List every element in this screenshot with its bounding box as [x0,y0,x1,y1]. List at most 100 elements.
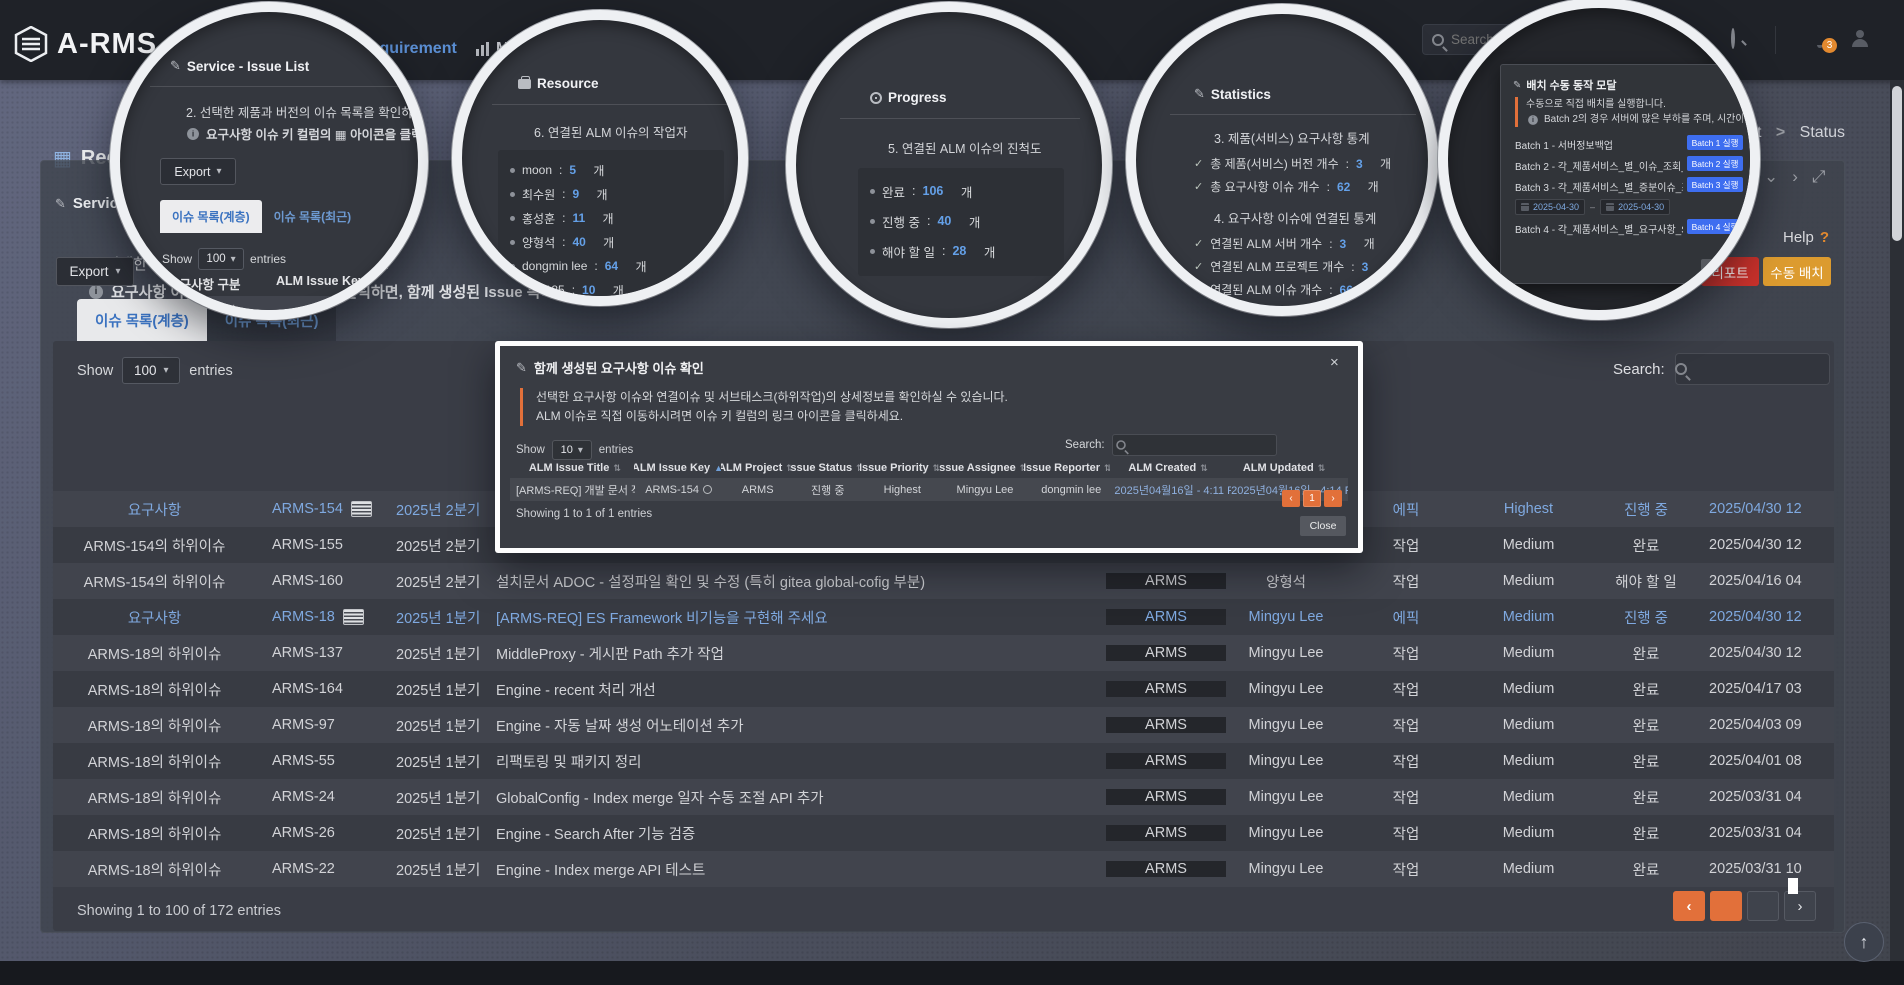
brand-text: A-RMS [57,28,157,61]
briefcase-icon [518,79,531,89]
screen: A-RMS Requirement M 3 Requirement > Stat… [0,0,1904,985]
batch-run-button[interactable]: Batch 3 실행 [1687,177,1743,192]
table-row[interactable]: ARMS-18의 하위이슈 ARMS-22 2025년 1분기 Engine -… [53,851,1834,887]
batch-date-range: 2025-04-30 – 2025-04-30 [1515,199,1743,215]
cell-issue-type: 에픽 [1346,499,1466,520]
pagination-page-button[interactable] [1747,891,1779,921]
close-icon[interactable]: × [1739,73,1745,85]
breadcrumb-current: Status [1800,124,1845,141]
search-button[interactable] [1731,30,1735,48]
modal-pagination-page-1[interactable]: 1 [1303,490,1321,507]
cell-version: 2025년 1분기 [391,787,481,808]
cell-issue-key: ARMS-18 [256,609,391,625]
cell-version: 2025년 1분기 [391,607,481,628]
table-row[interactable]: ARMS-18의 하위이슈 ARMS-26 2025년 1분기 Engine -… [53,815,1834,851]
entries-select[interactable]: 100 ▾ [198,248,244,270]
cell-version: 2025년 1분기 [391,859,481,880]
modal-column-header[interactable]: Issue Assignee ⇅ [939,462,1025,474]
expand-icon[interactable]: ⤢ [1812,167,1826,187]
tab-issue-list-hierarchy[interactable]: 이슈 목록(계층) [160,200,262,233]
tab-issue-list-recent[interactable]: 이슈 목록(최근) [262,200,364,233]
modal-search: Search: [1065,434,1277,456]
cell-category: ARMS-154의 하위이슈 [53,535,256,556]
modal-column-header[interactable]: ALM Updated ⇅ [1226,462,1342,474]
modal-column-header[interactable]: ALM Issue Title ⇅ [516,462,634,474]
issue-detail-icon[interactable] [343,609,364,625]
calendar-icon [1521,203,1529,211]
export-button[interactable]: Export ▾ [56,257,134,286]
scrollbar-thumb[interactable] [1892,86,1902,241]
modal-search-input[interactable] [1112,434,1277,456]
pagination-prev-button[interactable]: ‹ [1673,891,1705,921]
table-row[interactable]: ARMS-18의 하위이슈 ARMS-137 2025년 1분기 MiddleP… [53,635,1834,671]
pagination-next-button[interactable]: › [1784,891,1816,921]
cell-updated: 2025/04/16 04 [1701,573,1834,589]
modal-column-header[interactable]: ALM Created ⇅ [1110,462,1226,474]
link-icon[interactable] [703,485,712,494]
magnifier-resource: Resource 6. 연결된 ALM 이슈의 작업자 moon : 5 개 최… [452,10,748,306]
entries-select[interactable]: 100 ▾ [122,357,180,384]
edit-icon: ✎ [55,196,66,212]
cell-project: ARMS [1106,753,1226,769]
bullet-icon [510,216,515,221]
date-to-input[interactable]: 2025-04-30 [1600,199,1670,215]
modal-close-button[interactable]: Close [1300,516,1346,536]
modal-column-header[interactable]: ALM Project ⇅ [721,462,791,474]
cell-issue-key: ARMS-55 [256,753,391,769]
cell-project: ARMS [1106,645,1226,661]
cell-issue-type: 에픽 [1346,607,1466,628]
close-icon[interactable]: × [1330,354,1339,371]
table-search-input[interactable] [1675,353,1830,385]
cell-priority: Medium [1466,573,1591,589]
table-row[interactable]: ARMS-18의 하위이슈 ARMS-24 2025년 1분기 GlobalCo… [53,779,1834,815]
modal-column-header[interactable]: Issue Status ⇅ [791,462,861,474]
cell-priority: Highest [1466,501,1591,517]
batch-run-button[interactable]: Batch 1 실행 [1687,135,1743,150]
modal-table-row[interactable]: [ARMS-REQ] 개발 문서 작성 ARMS-154 ARMS 진행 중 H… [510,478,1348,501]
page-scrollbar[interactable] [1890,80,1904,961]
cell-priority: Medium [1466,681,1591,697]
list-item: 완료 : 106 개 [870,176,1052,206]
cell-title: Engine - Search After 기능 검증 [481,823,1106,844]
batch-item: Batch 3 - 각_제품서비스_별_증분이슈_조회_및_ES저장_순차실행 … [1515,179,1743,215]
table-row[interactable]: 요구사항 ARMS-18 2025년 1분기 [ARMS-REQ] ES Fra… [53,599,1834,635]
table-row[interactable]: ARMS-154의 하위이슈 ARMS-160 2025년 2분기 설치문서 A… [53,563,1834,599]
modal-column-header[interactable]: ALM Issue Key ▲ [634,462,721,474]
magnifier-service-issue-list: ✎ Service - Issue List 2. 선택한 제품과 버전의 이슈… [110,2,428,320]
chevron-down-icon[interactable]: ⌄ [1764,167,1778,187]
table-scrollbar-thumb[interactable] [1788,878,1798,894]
export-button[interactable]: Export ▾ [160,158,236,185]
modal-entries-select[interactable]: 10 ▾ [552,440,592,460]
batch-run-button[interactable]: Batch 2 실행 [1687,156,1743,171]
modal-pagination-next[interactable]: › [1324,490,1342,507]
cell-updated: 2025/04/30 12 [1701,501,1834,517]
chevron-right-icon[interactable]: › [1792,167,1798,187]
date-from-input[interactable]: 2025-04-30 [1515,199,1585,215]
scroll-to-top-button[interactable]: ↑ [1844,922,1884,962]
cell-issue-type: 작업 [1346,823,1466,844]
table-row[interactable]: ARMS-18의 하위이슈 ARMS-55 2025년 1분기 리팩토링 및 패… [53,743,1834,779]
help-link[interactable]: Help? [1783,229,1829,246]
cell-status: 진행 중 [1591,607,1701,628]
progress-icon [870,92,882,104]
table-row[interactable]: ARMS-18의 하위이슈 ARMS-97 2025년 1분기 Engine -… [53,707,1834,743]
batch-close-button[interactable]: Close [1701,259,1743,275]
cell-priority: Medium [1466,789,1591,805]
issue-detail-icon[interactable] [351,501,372,517]
pagination: ‹ › [1673,891,1816,921]
caret-down-icon: ▾ [164,365,169,376]
table-row[interactable]: ARMS-18의 하위이슈 ARMS-164 2025년 1분기 Engine … [53,671,1834,707]
cell-category: ARMS-18의 하위이슈 [53,679,256,700]
batch-run-button[interactable]: Batch 4 실행 [1687,219,1743,234]
brand[interactable]: A-RMS [14,26,157,62]
manual-batch-button[interactable]: 수동 배치 [1763,257,1831,286]
batch-list: Batch 1 - 서버정보백업 Batch 1 실행 Batch 2 - 각_… [1515,137,1743,242]
modal-column-header[interactable]: Issue Reporter ⇅ [1024,462,1110,474]
modal-column-header[interactable]: Issue Priority ⇅ [860,462,939,474]
cell-project: ARMS [1106,789,1226,805]
cell-project: ARMS [1106,609,1226,625]
cell-status: 완료 [1591,679,1701,700]
modal-pagination-prev[interactable]: ‹ [1282,490,1300,507]
magnified-panel-title: Resource [518,76,599,91]
pagination-page-button[interactable] [1710,891,1742,921]
